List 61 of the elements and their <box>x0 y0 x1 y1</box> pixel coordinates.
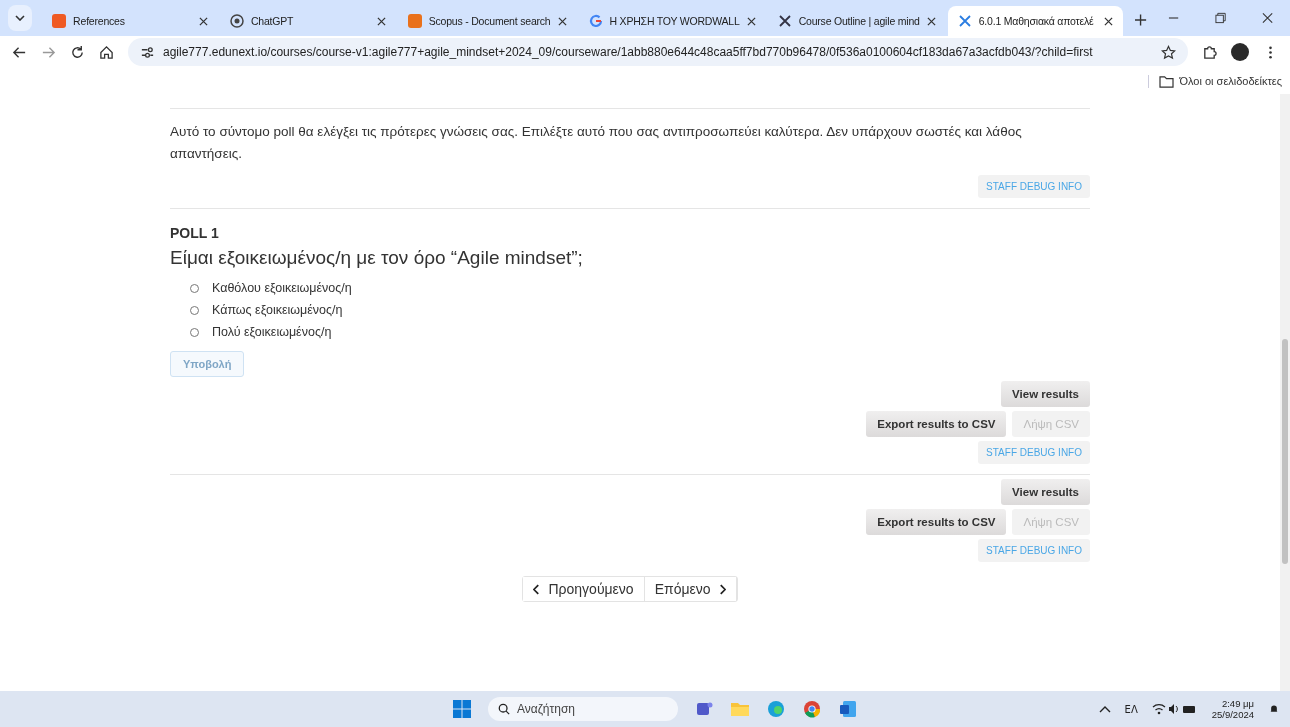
browser-tab[interactable]: Η ΧΡΗΣΗ ΤΟΥ WORDWALL <box>578 6 766 36</box>
browser-tab[interactable]: ChatGPT <box>219 6 396 36</box>
clock-time[interactable]: 2:49 μμ <box>1221 698 1254 709</box>
restore-icon[interactable] <box>1214 12 1226 24</box>
export-csv-button[interactable]: Export results to CSV <box>866 509 1007 535</box>
browser-tab[interactable]: 6.0.1 Μαθησιακά αποτελέ <box>947 6 1124 36</box>
tab-favicon-icon <box>588 14 603 28</box>
poll-heading: POLL 1 <box>170 225 220 241</box>
tab-favicon-icon <box>957 14 972 28</box>
bookmark-star-icon[interactable] <box>1161 44 1176 60</box>
browser-tab[interactable]: Course Outline | agile mind <box>767 6 946 36</box>
tab-title: Η ΧΡΗΣΗ ΤΟΥ WORDWALL <box>609 15 740 27</box>
intro-paragraph: Αυτό το σύντομο poll θα ελέγξει τις πρότερες γνώσεις σας. Επιλέξτε αυτό που σας αντιπροσωπεύει καλύτερα. Δεν υπάρχουν σωστές και λάθος απαντήσεις. <box>170 123 1023 163</box>
close-icon[interactable] <box>198 16 208 26</box>
caret-up-icon[interactable] <box>1098 704 1111 714</box>
tab-list-button[interactable] <box>8 5 33 31</box>
tab-favicon-icon <box>229 14 244 28</box>
profile-avatar[interactable] <box>1231 43 1249 61</box>
chevron-left-icon <box>533 583 541 595</box>
view-results-button[interactable]: View results <box>1001 381 1090 407</box>
view-results-button[interactable]: View results <box>1001 479 1090 505</box>
tab-title: Course Outline | agile mind <box>798 15 920 27</box>
close-icon[interactable] <box>926 16 936 26</box>
close-icon[interactable] <box>746 16 756 26</box>
close-icon[interactable] <box>1261 12 1273 24</box>
tab-favicon-icon <box>407 14 422 28</box>
tab-title: Scopus - Document search <box>428 15 551 27</box>
close-icon[interactable] <box>557 16 567 26</box>
close-icon[interactable] <box>1104 16 1114 26</box>
new-tab-icon[interactable] <box>1135 14 1147 26</box>
search-icon <box>498 703 510 715</box>
browser-tab[interactable]: Scopus - Document search <box>397 6 577 36</box>
folder-icon <box>1158 74 1174 88</box>
chevron-down-icon <box>15 15 26 21</box>
start-icon[interactable] <box>452 699 472 719</box>
notification-bell-icon[interactable] <box>1268 704 1280 714</box>
reload-icon[interactable] <box>70 44 85 60</box>
option-label[interactable]: Πολύ εξοικειωμένος/η <box>212 325 332 339</box>
tab-favicon-icon <box>777 14 792 28</box>
language-indicator[interactable]: ΕΛ <box>1124 703 1138 715</box>
scrollbar[interactable] <box>1280 94 1290 691</box>
all-bookmarks-link[interactable]: Όλοι οι σελιδοδείκτες <box>1179 75 1282 87</box>
extensions-icon[interactable] <box>1202 44 1217 60</box>
previous-button[interactable]: Προηγούμενο <box>523 577 645 601</box>
network-sound-battery-icon[interactable] <box>1151 702 1198 716</box>
option-label[interactable]: Κάπως εξοικειωμένος/η <box>212 303 343 317</box>
export-csv-button[interactable]: Export results to CSV <box>866 411 1007 437</box>
clock-date[interactable]: 25/9/2024 <box>1211 709 1254 720</box>
tab-title: References <box>73 15 126 27</box>
option-label[interactable]: Καθόλου εξοικειωμένος/η <box>212 281 352 295</box>
tab-title: ChatGPT <box>250 15 295 27</box>
address-field[interactable]: agile777.edunext.io/courses/course-v1:agile777+agile_mindset+2024_09/courseware/1abb880e644c48caa5ff7bd770b96478/0f536a0100604cf183da67a3acfdb043/?child=first <box>128 38 1188 66</box>
site-settings-icon[interactable] <box>140 44 155 60</box>
tab-title: 6.0.1 Μαθησιακά αποτελέ <box>978 15 1095 27</box>
taskbar-search-field[interactable]: Αναζήτηση <box>488 697 678 721</box>
poll-question: Είμαι εξοικειωμένος/η με τον όρο “Agile mindset”; <box>170 247 584 269</box>
browser-tab[interactable]: References <box>42 6 218 36</box>
home-icon[interactable] <box>99 44 114 60</box>
chevron-right-icon <box>718 583 726 595</box>
close-icon[interactable] <box>376 16 386 26</box>
tab-favicon-icon <box>52 14 67 28</box>
